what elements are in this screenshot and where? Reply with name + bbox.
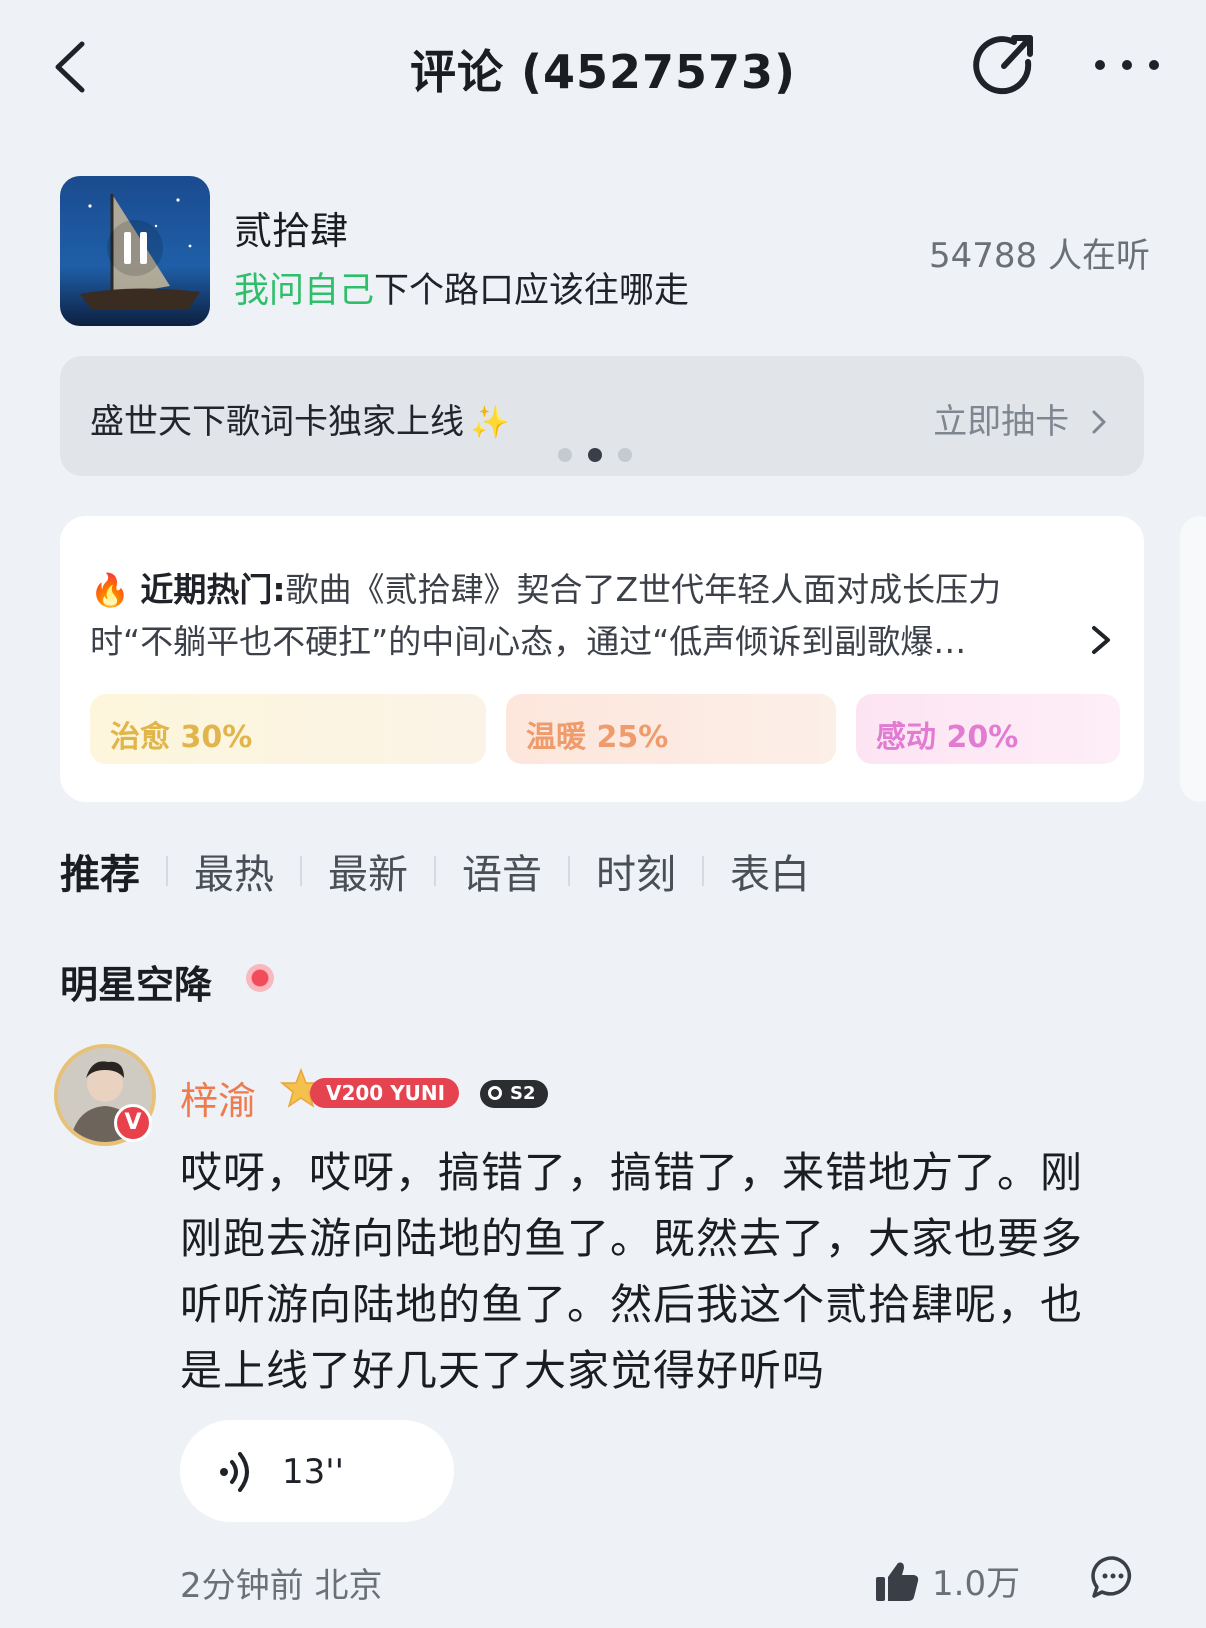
carousel-dot[interactable] <box>558 448 572 462</box>
fire-icon: 🔥 <box>90 571 130 609</box>
comment-tabs: 推荐 最热 最新 语音 时刻 表白 <box>60 842 810 900</box>
comments-page: 评论 (4527573) 贰拾肆 我问自己下个路口应该往哪走 54788 人在听… <box>0 0 1206 1628</box>
section-title: 明星空降 <box>60 963 213 1007</box>
lyric-rest: 下个路口应该往哪走 <box>374 271 690 311</box>
song-lyric: 我问自己下个路口应该往哪走 <box>234 262 689 313</box>
tab-divider <box>434 856 436 886</box>
tab-recommend[interactable]: 推荐 <box>60 842 140 900</box>
more-icon[interactable] <box>1092 50 1162 80</box>
voice-message-button[interactable]: 13'' <box>180 1420 454 1522</box>
tab-divider <box>702 856 704 886</box>
tab-newest[interactable]: 最新 <box>328 842 408 900</box>
banner-text: 盛世天下歌词卡独家上线 <box>90 402 464 442</box>
carousel-dot-active[interactable] <box>588 448 602 462</box>
tab-voice[interactable]: 语音 <box>462 842 542 900</box>
song-info: 贰拾肆 我问自己下个路口应该往哪走 54788 人在听 <box>60 176 1150 328</box>
like-button[interactable]: 1.0万 <box>874 1556 1020 1605</box>
tab-divider <box>166 856 168 886</box>
hot-label: 近期热门: <box>140 570 286 609</box>
vip-label: V200 YUNI <box>310 1078 460 1108</box>
comment-username[interactable]: 梓渝 <box>180 1070 256 1125</box>
voice-wave-icon <box>220 1452 249 1492</box>
top-bar: 评论 (4527573) <box>0 0 1206 140</box>
next-card-peek[interactable] <box>1180 516 1206 802</box>
comment-meta: 2分钟前 北京 <box>180 1566 383 1606</box>
chevron-right-icon[interactable] <box>1088 620 1114 660</box>
season-badge[interactable]: S2 <box>480 1080 548 1108</box>
tab-divider <box>300 856 302 886</box>
mood-tag-healing[interactable]: 治愈 30% <box>90 694 486 764</box>
reply-icon[interactable] <box>1090 1554 1136 1600</box>
promo-banner[interactable]: 盛世天下歌词卡独家上线 ✨ 立即抽卡 <box>60 356 1144 476</box>
verified-badge: V <box>114 1104 152 1142</box>
lyric-highlight: 我问自己 <box>234 271 375 311</box>
sparkle-icon: ✨ <box>470 403 510 441</box>
tab-moments[interactable]: 时刻 <box>596 842 676 900</box>
mood-tag-warm[interactable]: 温暖 25% <box>506 694 836 764</box>
tab-divider <box>568 856 570 886</box>
tab-hottest[interactable]: 最热 <box>194 842 274 900</box>
listener-count: 54788 人在听 <box>929 236 1150 276</box>
carousel-dots <box>558 448 632 462</box>
mood-tags: 治愈 30% 温暖 25% 感动 20% <box>90 694 1120 764</box>
tab-confession[interactable]: 表白 <box>730 842 810 900</box>
song-title[interactable]: 贰拾肆 <box>234 200 348 255</box>
voice-duration: 13'' <box>282 1452 344 1492</box>
hot-summary-card[interactable]: 🔥 近期热门:歌曲《贰拾肆》契合了Z世代年轻人面对成长压力时“不躺平也不硬扛”的… <box>60 516 1144 802</box>
banner-cta-label: 立即抽卡 <box>933 402 1070 442</box>
live-indicator <box>246 964 274 992</box>
banner-cta[interactable]: 立即抽卡 <box>933 394 1108 443</box>
mood-tag-moved[interactable]: 感动 20% <box>856 694 1120 764</box>
album-cover[interactable] <box>60 176 210 326</box>
share-icon[interactable] <box>968 30 1038 100</box>
carousel-dot[interactable] <box>618 448 632 462</box>
thumbs-up-icon <box>876 1562 919 1601</box>
banner-text-wrap: 盛世天下歌词卡独家上线 ✨ <box>90 394 510 443</box>
chevron-right-icon <box>1092 410 1106 434</box>
hot-summary: 🔥 近期热门:歌曲《贰拾肆》契合了Z世代年轻人面对成长压力时“不躺平也不硬扛”的… <box>90 564 1080 668</box>
like-count: 1.0万 <box>932 1564 1021 1604</box>
comment-text: 哎呀，哎呀，搞错了，搞错了，来错地方了。刚刚跑去游向陆地的鱼了。既然去了，大家也… <box>180 1148 1084 1395</box>
